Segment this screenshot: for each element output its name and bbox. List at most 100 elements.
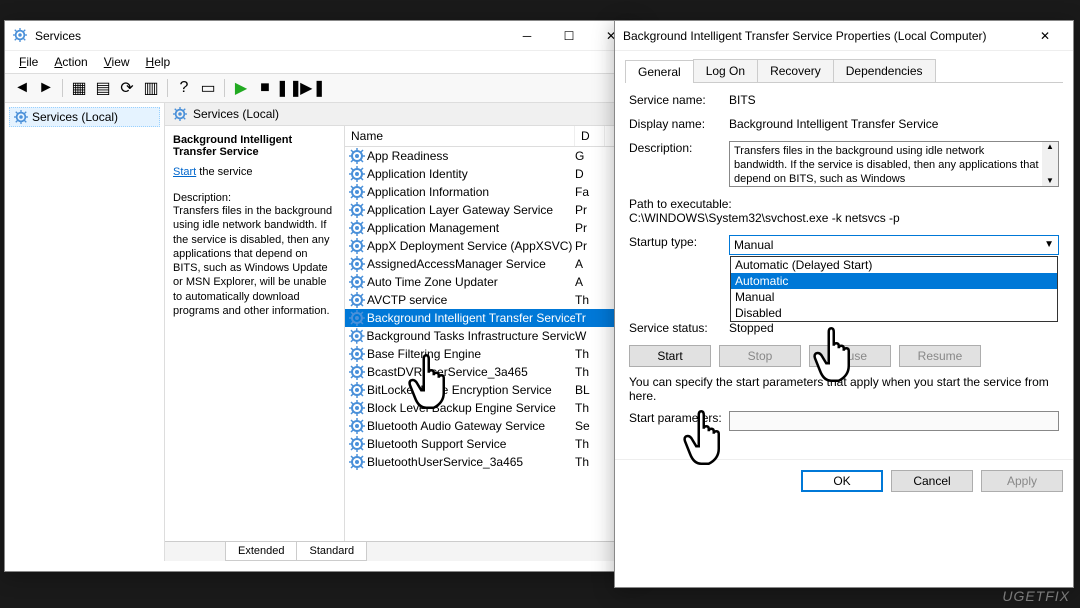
- option-auto-delayed[interactable]: Automatic (Delayed Start): [731, 257, 1057, 273]
- option-disabled[interactable]: Disabled: [731, 305, 1057, 321]
- restart-service-button[interactable]: ▶❚: [302, 77, 324, 99]
- service-row[interactable]: Base Filtering EngineTh: [345, 345, 639, 363]
- service-status-value: Stopped: [729, 321, 1059, 335]
- forward-button[interactable]: ►: [35, 77, 57, 99]
- properties-button[interactable]: ▤: [92, 77, 114, 99]
- menu-help[interactable]: Help: [140, 53, 177, 71]
- gear-icon: [349, 436, 365, 452]
- service-row[interactable]: Application Layer Gateway ServicePr: [345, 201, 639, 219]
- titlebar[interactable]: Services ─ ☐ ✕: [5, 21, 639, 51]
- service-row[interactable]: Background Intelligent Transfer ServiceT…: [345, 309, 639, 327]
- options-button[interactable]: ▭: [197, 77, 219, 99]
- gear-icon: [349, 184, 365, 200]
- selected-service-name: Background Intelligent Transfer Service: [173, 134, 336, 158]
- apply-button[interactable]: Apply: [981, 470, 1063, 492]
- services-icon: [13, 28, 29, 44]
- startup-type-dropdown: Automatic (Delayed Start) Automatic Manu…: [730, 256, 1058, 322]
- service-row[interactable]: BitLocker Drive Encryption ServiceBL: [345, 381, 639, 399]
- gear-icon: [349, 454, 365, 470]
- service-row[interactable]: Application InformationFa: [345, 183, 639, 201]
- gear-icon: [349, 382, 365, 398]
- gear-icon: [349, 256, 365, 272]
- path-value: C:\WINDOWS\System32\svchost.exe -k netsv…: [629, 211, 900, 225]
- column-name[interactable]: Name: [345, 126, 575, 146]
- watermark: UGETFIX: [1002, 588, 1070, 604]
- service-row[interactable]: Background Tasks Infrastructure ServiceW: [345, 327, 639, 345]
- services-list[interactable]: Name D App ReadinessGApplication Identit…: [345, 126, 639, 541]
- service-row[interactable]: BluetoothUserService_3a465Th: [345, 453, 639, 471]
- gear-icon: [349, 220, 365, 236]
- close-button[interactable]: ✕: [1025, 22, 1065, 50]
- startup-type-label: Startup type:: [629, 235, 729, 249]
- start-service-button[interactable]: ▶: [230, 77, 252, 99]
- service-row[interactable]: Application IdentityD: [345, 165, 639, 183]
- gear-icon: [349, 328, 365, 344]
- startup-type-combo[interactable]: Manual ▼ Automatic (Delayed Start) Autom…: [729, 235, 1059, 255]
- menubar: File Action View Help: [5, 51, 639, 74]
- back-button[interactable]: ◄: [11, 77, 33, 99]
- scrollbar[interactable]: ▲▼: [1042, 142, 1058, 186]
- help-button[interactable]: ?: [173, 77, 195, 99]
- export-button[interactable]: ▥: [140, 77, 162, 99]
- tab-standard[interactable]: Standard: [296, 542, 367, 561]
- start-link[interactable]: Start: [173, 166, 196, 178]
- ok-button[interactable]: OK: [801, 470, 883, 492]
- menu-action[interactable]: Action: [48, 53, 93, 71]
- stop-button[interactable]: Stop: [719, 345, 801, 367]
- minimize-button[interactable]: ─: [507, 22, 547, 50]
- refresh-button[interactable]: ⟳: [116, 77, 138, 99]
- gear-icon: [349, 166, 365, 182]
- cancel-button[interactable]: Cancel: [891, 470, 973, 492]
- description-label: Description:: [629, 141, 729, 155]
- menu-view[interactable]: View: [98, 53, 136, 71]
- display-name-value: Background Intelligent Transfer Service: [729, 117, 1059, 131]
- gear-icon: [349, 274, 365, 290]
- service-row[interactable]: App ReadinessG: [345, 147, 639, 165]
- option-manual[interactable]: Manual: [731, 289, 1057, 305]
- tab-extended[interactable]: Extended: [225, 542, 297, 561]
- resume-button[interactable]: Resume: [899, 345, 981, 367]
- pause-button[interactable]: Pause: [809, 345, 891, 367]
- services-window: Services ─ ☐ ✕ File Action View Help ◄ ►…: [4, 20, 640, 572]
- service-row[interactable]: AssignedAccessManager ServiceA: [345, 255, 639, 273]
- start-params-label: Start parameters:: [629, 411, 729, 425]
- maximize-button[interactable]: ☐: [549, 22, 589, 50]
- tab-recovery[interactable]: Recovery: [757, 59, 834, 82]
- description-text: Transfers files in the background using …: [173, 204, 336, 318]
- service-name-label: Service name:: [629, 93, 729, 107]
- window-title: Services: [35, 29, 507, 43]
- option-automatic[interactable]: Automatic: [731, 273, 1057, 289]
- description-box[interactable]: Transfers files in the background using …: [729, 141, 1059, 187]
- tree-services-local[interactable]: Services (Local): [9, 107, 160, 127]
- start-params-input[interactable]: [729, 411, 1059, 431]
- gear-icon: [349, 310, 365, 326]
- service-name-value: BITS: [729, 93, 1059, 107]
- properties-dialog: Background Intelligent Transfer Service …: [614, 20, 1074, 588]
- tab-logon[interactable]: Log On: [693, 59, 758, 82]
- gear-icon: [349, 364, 365, 380]
- start-button[interactable]: Start: [629, 345, 711, 367]
- stop-service-button[interactable]: ■: [254, 77, 276, 99]
- menu-file[interactable]: File: [13, 53, 44, 71]
- gear-icon: [349, 148, 365, 164]
- service-row[interactable]: Auto Time Zone UpdaterA: [345, 273, 639, 291]
- tree-pane: Services (Local): [5, 103, 165, 561]
- gear-icon: [349, 238, 365, 254]
- service-row[interactable]: Bluetooth Audio Gateway ServiceSe: [345, 417, 639, 435]
- tab-dependencies[interactable]: Dependencies: [833, 59, 936, 82]
- service-row[interactable]: Application ManagementPr: [345, 219, 639, 237]
- service-row[interactable]: AVCTP serviceTh: [345, 291, 639, 309]
- column-description[interactable]: D: [575, 126, 605, 146]
- pause-service-button[interactable]: ❚❚: [278, 77, 300, 99]
- gear-icon: [349, 292, 365, 308]
- service-row[interactable]: Bluetooth Support ServiceTh: [345, 435, 639, 453]
- tab-general[interactable]: General: [625, 60, 694, 83]
- gear-icon: [173, 107, 187, 121]
- service-row[interactable]: BcastDVRUserService_3a465Th: [345, 363, 639, 381]
- gear-icon: [349, 202, 365, 218]
- show-hide-tree-button[interactable]: ▦: [68, 77, 90, 99]
- description-pane: Background Intelligent Transfer Service …: [165, 126, 345, 541]
- toolbar: ◄ ► ▦ ▤ ⟳ ▥ ? ▭ ▶ ■ ❚❚ ▶❚: [5, 74, 639, 103]
- service-row[interactable]: Block Level Backup Engine ServiceTh: [345, 399, 639, 417]
- service-row[interactable]: AppX Deployment Service (AppXSVC)Pr: [345, 237, 639, 255]
